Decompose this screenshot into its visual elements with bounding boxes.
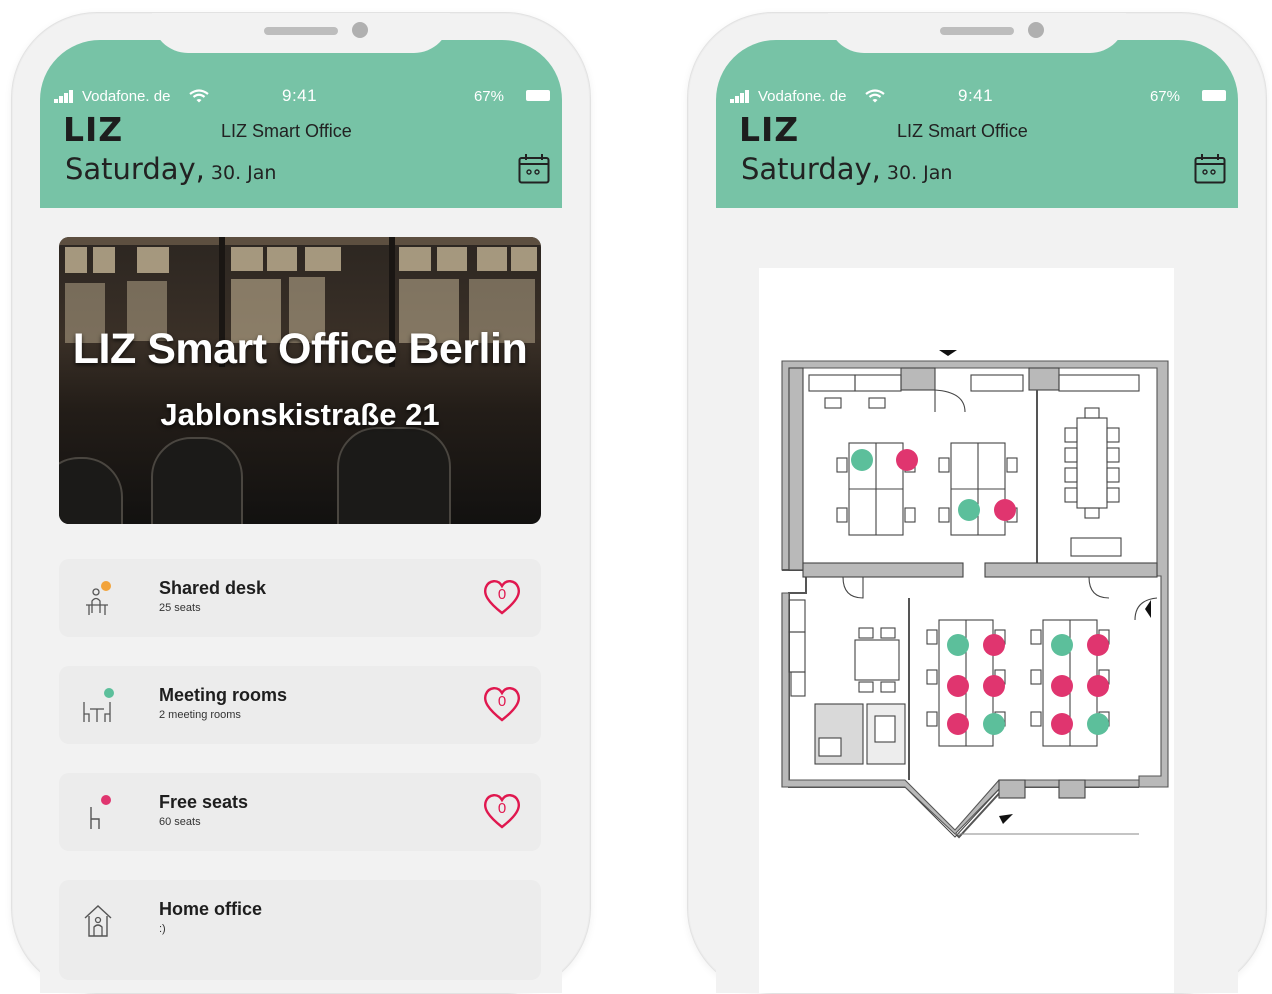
meeting-room-icon bbox=[83, 688, 114, 722]
office-hero-image[interactable]: LIZ Smart Office Berlin Jablonskistraße … bbox=[59, 237, 541, 524]
app-header: Vodafone. de 9:41 67% LIZ LIZ Smart Offi… bbox=[716, 40, 1238, 208]
phone-notch bbox=[828, 13, 1126, 53]
office-address: Jablonskistraße 21 bbox=[160, 397, 440, 432]
date-day-month: 30. Jan bbox=[886, 162, 953, 184]
screen-home: Vodafone. de 9:41 67% LIZ LIZ Smart Offi… bbox=[40, 40, 562, 993]
favorite-heart-icon[interactable]: 0 bbox=[482, 792, 522, 830]
phone-left: Vodafone. de 9:41 67% LIZ LIZ Smart Offi… bbox=[11, 12, 591, 994]
favorite-count: 0 bbox=[497, 800, 507, 817]
current-date: Saturday, 30. Jan bbox=[741, 152, 952, 186]
status-bar: Vodafone. de 9:41 67% bbox=[52, 86, 550, 106]
app-title: LIZ Smart Office bbox=[897, 121, 1028, 141]
favorite-count: 0 bbox=[497, 693, 507, 710]
calendar-icon[interactable] bbox=[1194, 153, 1226, 184]
card-label: Meeting rooms bbox=[159, 685, 288, 705]
app-header: Vodafone. de 9:41 67% LIZ LIZ Smart Offi… bbox=[40, 40, 562, 208]
floor-plan[interactable] bbox=[759, 268, 1174, 993]
phone-notch bbox=[152, 13, 450, 53]
signal-icon bbox=[54, 90, 76, 103]
card-free-seats[interactable]: Free seats 60 seats 0 bbox=[59, 773, 541, 851]
speaker-grille bbox=[264, 27, 338, 35]
wifi-icon bbox=[865, 89, 885, 103]
favorite-count: 0 bbox=[497, 586, 507, 603]
favorite-heart-icon[interactable]: 0 bbox=[482, 578, 522, 616]
date-weekday: Saturday, bbox=[65, 152, 205, 186]
brand-logo: LIZ bbox=[63, 110, 124, 149]
battery-icon bbox=[1202, 90, 1226, 101]
card-label: Free seats bbox=[159, 792, 249, 812]
battery-icon bbox=[526, 90, 550, 101]
clock: 9:41 bbox=[958, 86, 994, 105]
calendar-icon[interactable] bbox=[518, 153, 550, 184]
date-day-month: 30. Jan bbox=[210, 162, 277, 184]
card-sub: 2 meeting rooms bbox=[159, 709, 241, 721]
front-camera bbox=[1028, 22, 1044, 38]
phone-right: Vodafone. de 9:41 67% LIZ LIZ Smart Offi… bbox=[687, 12, 1267, 994]
card-sub: 25 seats bbox=[159, 602, 201, 614]
status-bar: Vodafone. de 9:41 67% bbox=[728, 86, 1226, 106]
home-icon bbox=[84, 905, 112, 937]
card-label: Home office bbox=[159, 899, 263, 919]
card-label: Shared desk bbox=[159, 578, 267, 598]
app-title: LIZ Smart Office bbox=[221, 121, 352, 141]
brand-logo: LIZ bbox=[739, 110, 800, 149]
clock: 9:41 bbox=[282, 86, 318, 105]
card-sub: 60 seats bbox=[159, 816, 201, 828]
carrier-name: Vodafone. de bbox=[758, 88, 847, 105]
card-meeting-rooms[interactable]: Meeting rooms 2 meeting rooms 0 bbox=[59, 666, 541, 744]
card-shared-desk[interactable]: Shared desk 25 seats 0 bbox=[59, 559, 541, 637]
front-camera bbox=[352, 22, 368, 38]
wifi-icon bbox=[189, 89, 209, 103]
office-name: LIZ Smart Office Berlin bbox=[72, 325, 528, 373]
floor-plan-drawing bbox=[781, 350, 1169, 839]
carrier-name: Vodafone. de bbox=[82, 88, 171, 105]
current-date: Saturday, 30. Jan bbox=[65, 152, 276, 186]
shared-desk-icon bbox=[86, 581, 111, 615]
battery-percent: 67% bbox=[1149, 88, 1180, 105]
screen-floorplan: Vodafone. de 9:41 67% LIZ LIZ Smart Offi… bbox=[716, 40, 1238, 993]
chair-icon bbox=[90, 795, 111, 829]
card-home-office[interactable]: Home office :) bbox=[59, 880, 541, 980]
favorite-heart-icon[interactable]: 0 bbox=[482, 685, 522, 723]
battery-percent: 67% bbox=[473, 88, 504, 105]
speaker-grille bbox=[940, 27, 1014, 35]
card-sub: :) bbox=[159, 923, 166, 935]
date-weekday: Saturday, bbox=[741, 152, 881, 186]
signal-icon bbox=[730, 90, 752, 103]
